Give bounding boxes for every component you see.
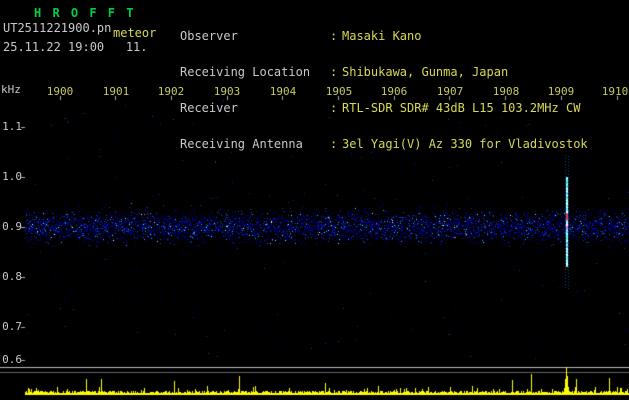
info-separator: :: [330, 101, 338, 115]
info-row-observer: Observer : Masaki Kano: [180, 30, 588, 42]
info-separator: :: [330, 137, 338, 151]
app-title: H R O F F T: [34, 6, 136, 20]
info-value-observer: Masaki Kano: [342, 29, 422, 43]
station-name: meteor: [113, 26, 157, 40]
x-tick-1909: 1909: [547, 85, 575, 98]
info-label-observer: Observer: [180, 29, 238, 43]
x-tick-1903: 1903: [213, 85, 241, 98]
output-filename: UT2511221900.pn: [3, 21, 112, 35]
x-tick-1905: 1905: [325, 85, 353, 98]
info-value-antenna: 3el Yagi(V) Az 330 for Vladivostok: [342, 137, 588, 151]
info-value-location: Shibukawa, Gunma, Japan: [342, 65, 509, 79]
info-separator: :: [330, 29, 338, 43]
info-row-receiver: Receiver : RTL-SDR SDR# 43dB L15 103.2MH…: [180, 102, 588, 114]
info-row-location: Receiving Location : Shibukawa, Gunma, J…: [180, 66, 588, 78]
x-tick-1910: 1910: [601, 85, 629, 98]
x-tick-1900: 1900: [46, 85, 74, 98]
y-tick-0-7: 0.7: [2, 320, 22, 333]
y-axis-unit-label: kHz: [1, 83, 21, 96]
info-separator: :: [330, 65, 338, 79]
info-label-receiver: Receiver: [180, 101, 238, 115]
datetime-text: 25.11.22 19:00 11.: [3, 40, 148, 54]
x-tick-1908: 1908: [492, 85, 520, 98]
info-value-receiver: RTL-SDR SDR# 43dB L15 103.2MHz CW: [342, 101, 581, 115]
info-row-antenna: Receiving Antenna : 3el Yagi(V) Az 330 f…: [180, 138, 588, 150]
y-tick-1-1: 1.1: [2, 120, 22, 133]
y-tick-1-0: 1.0: [2, 170, 22, 183]
hrofft-screen: H R O F F T UT2511221900.pn meteor 25.11…: [0, 0, 629, 400]
x-tick-1907: 1907: [436, 85, 464, 98]
y-tick-0-9: 0.9: [2, 220, 22, 233]
y-tick-0-8: 0.8: [2, 270, 22, 283]
x-tick-1901: 1901: [102, 85, 130, 98]
info-label-location: Receiving Location: [180, 65, 311, 79]
info-label-antenna: Receiving Antenna: [180, 137, 303, 151]
x-tick-1904: 1904: [269, 85, 297, 98]
x-tick-1906: 1906: [380, 85, 408, 98]
y-tick-0-6: 0.6: [2, 353, 22, 366]
x-tick-1902: 1902: [157, 85, 185, 98]
